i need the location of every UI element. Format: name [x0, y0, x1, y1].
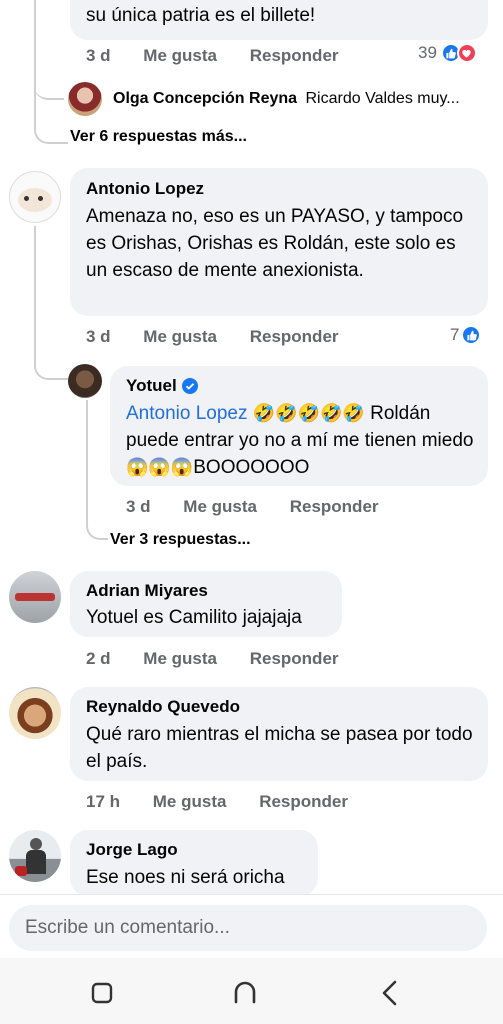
- comment-bubble: Reynaldo Quevedo Qué raro mientras el mi…: [70, 687, 488, 781]
- reply-author-row: Yotuel: [126, 376, 198, 396]
- reply-button[interactable]: Responder: [259, 792, 348, 811]
- reply-button[interactable]: Responder: [250, 649, 339, 668]
- reply-bubble: Yotuel Antonio Lopez 🤣🤣🤣🤣🤣 Roldán puede …: [110, 366, 488, 486]
- view-more-replies[interactable]: Ver 3 respuestas...: [110, 531, 251, 549]
- comment-actions: 3 d Me gusta Responder: [86, 46, 367, 66]
- comment-actions: 3 d Me gusta Responder: [86, 327, 367, 347]
- comment-bubble: Antonio Lopez Amenaza no, eso es un PAYA…: [70, 168, 488, 316]
- reaction-summary[interactable]: 7: [450, 325, 482, 345]
- like-button[interactable]: Me gusta: [143, 46, 217, 65]
- reply-author[interactable]: Yotuel: [126, 376, 177, 396]
- thread-line: [34, 0, 68, 144]
- comment-actions: 2 d Me gusta Responder: [86, 649, 367, 669]
- thread-line: [34, 226, 68, 380]
- reply-author[interactable]: Olga Concepción Reyna: [113, 90, 297, 107]
- reply-text: Antonio Lopez 🤣🤣🤣🤣🤣 Roldán puede entrar …: [126, 400, 476, 481]
- mention-link[interactable]: Antonio Lopez: [126, 403, 248, 424]
- comment-author[interactable]: Antonio Lopez: [86, 179, 204, 199]
- comment-time[interactable]: 3 d: [86, 46, 111, 65]
- comment-text: Amenaza no, eso es un PAYASO, y tampoco …: [86, 206, 464, 281]
- like-button[interactable]: Me gusta: [183, 497, 257, 516]
- reply-button[interactable]: Responder: [250, 327, 339, 346]
- verified-badge-icon: [181, 378, 198, 394]
- reply-button[interactable]: Responder: [250, 46, 339, 65]
- comment-author[interactable]: Adrian Miyares: [86, 581, 208, 601]
- like-button[interactable]: Me gusta: [143, 649, 217, 668]
- comment-input[interactable]: Escribe un comentario...: [9, 905, 487, 951]
- avatar[interactable]: [9, 571, 61, 623]
- reply-actions: 3 d Me gusta Responder: [126, 497, 407, 517]
- reaction-count: 39: [418, 43, 437, 62]
- like-icon: [461, 325, 482, 345]
- thread-line: [34, 80, 64, 100]
- avatar[interactable]: [68, 82, 102, 116]
- avatar[interactable]: [9, 687, 61, 739]
- avatar[interactable]: [68, 364, 102, 398]
- comment-actions: 17 h Me gusta Responder: [86, 792, 376, 812]
- comment-author[interactable]: Jorge Lago: [86, 840, 178, 860]
- comment-time[interactable]: 3 d: [86, 327, 111, 346]
- comment-author[interactable]: Reynaldo Quevedo: [86, 697, 240, 717]
- reply-preview: Ricardo Valdes muy...: [305, 90, 460, 107]
- reply-text-end: BOOOOOOO: [193, 457, 310, 478]
- comment-text: Ese noes ni será oricha: [86, 867, 285, 888]
- like-button[interactable]: Me gusta: [153, 792, 227, 811]
- comment-time[interactable]: 2 d: [86, 649, 111, 668]
- back-icon[interactable]: [378, 979, 402, 1012]
- love-icon: [456, 43, 477, 63]
- comment-bubble-top: su única patria es el billete!: [70, 0, 488, 40]
- system-nav-bar: [0, 958, 503, 1024]
- avatar[interactable]: [9, 830, 61, 882]
- comment-time[interactable]: 17 h: [86, 792, 120, 811]
- reaction-count: 7: [450, 325, 460, 344]
- view-more-replies[interactable]: Ver 6 respuestas más...: [70, 128, 247, 146]
- comment-bubble: Adrian Miyares Yotuel es Camilito jajaja…: [70, 571, 342, 637]
- home-icon[interactable]: [232, 980, 258, 1011]
- reaction-summary[interactable]: 39: [418, 43, 477, 63]
- collapsed-reply[interactable]: Olga Concepción Reyna Ricardo Valdes muy…: [113, 90, 460, 108]
- like-button[interactable]: Me gusta: [143, 327, 217, 346]
- recent-apps-icon[interactable]: [90, 981, 114, 1010]
- scream-emojis: 😱😱😱: [126, 457, 194, 477]
- reply-button[interactable]: Responder: [290, 497, 379, 516]
- thread-line: [86, 400, 108, 540]
- comment-bubble: Jorge Lago Ese noes ni será oricha: [70, 830, 318, 896]
- comment-text: Qué raro mientras el micha se pasea por …: [86, 724, 473, 772]
- reply-time[interactable]: 3 d: [126, 497, 151, 516]
- comment-text: su única patria es el billete!: [86, 5, 316, 26]
- avatar[interactable]: [9, 171, 61, 223]
- laugh-emojis: 🤣🤣🤣🤣🤣: [252, 403, 365, 423]
- comment-composer: Escribe un comentario...: [0, 894, 503, 958]
- comment-text: Yotuel es Camilito jajajaja: [86, 607, 302, 628]
